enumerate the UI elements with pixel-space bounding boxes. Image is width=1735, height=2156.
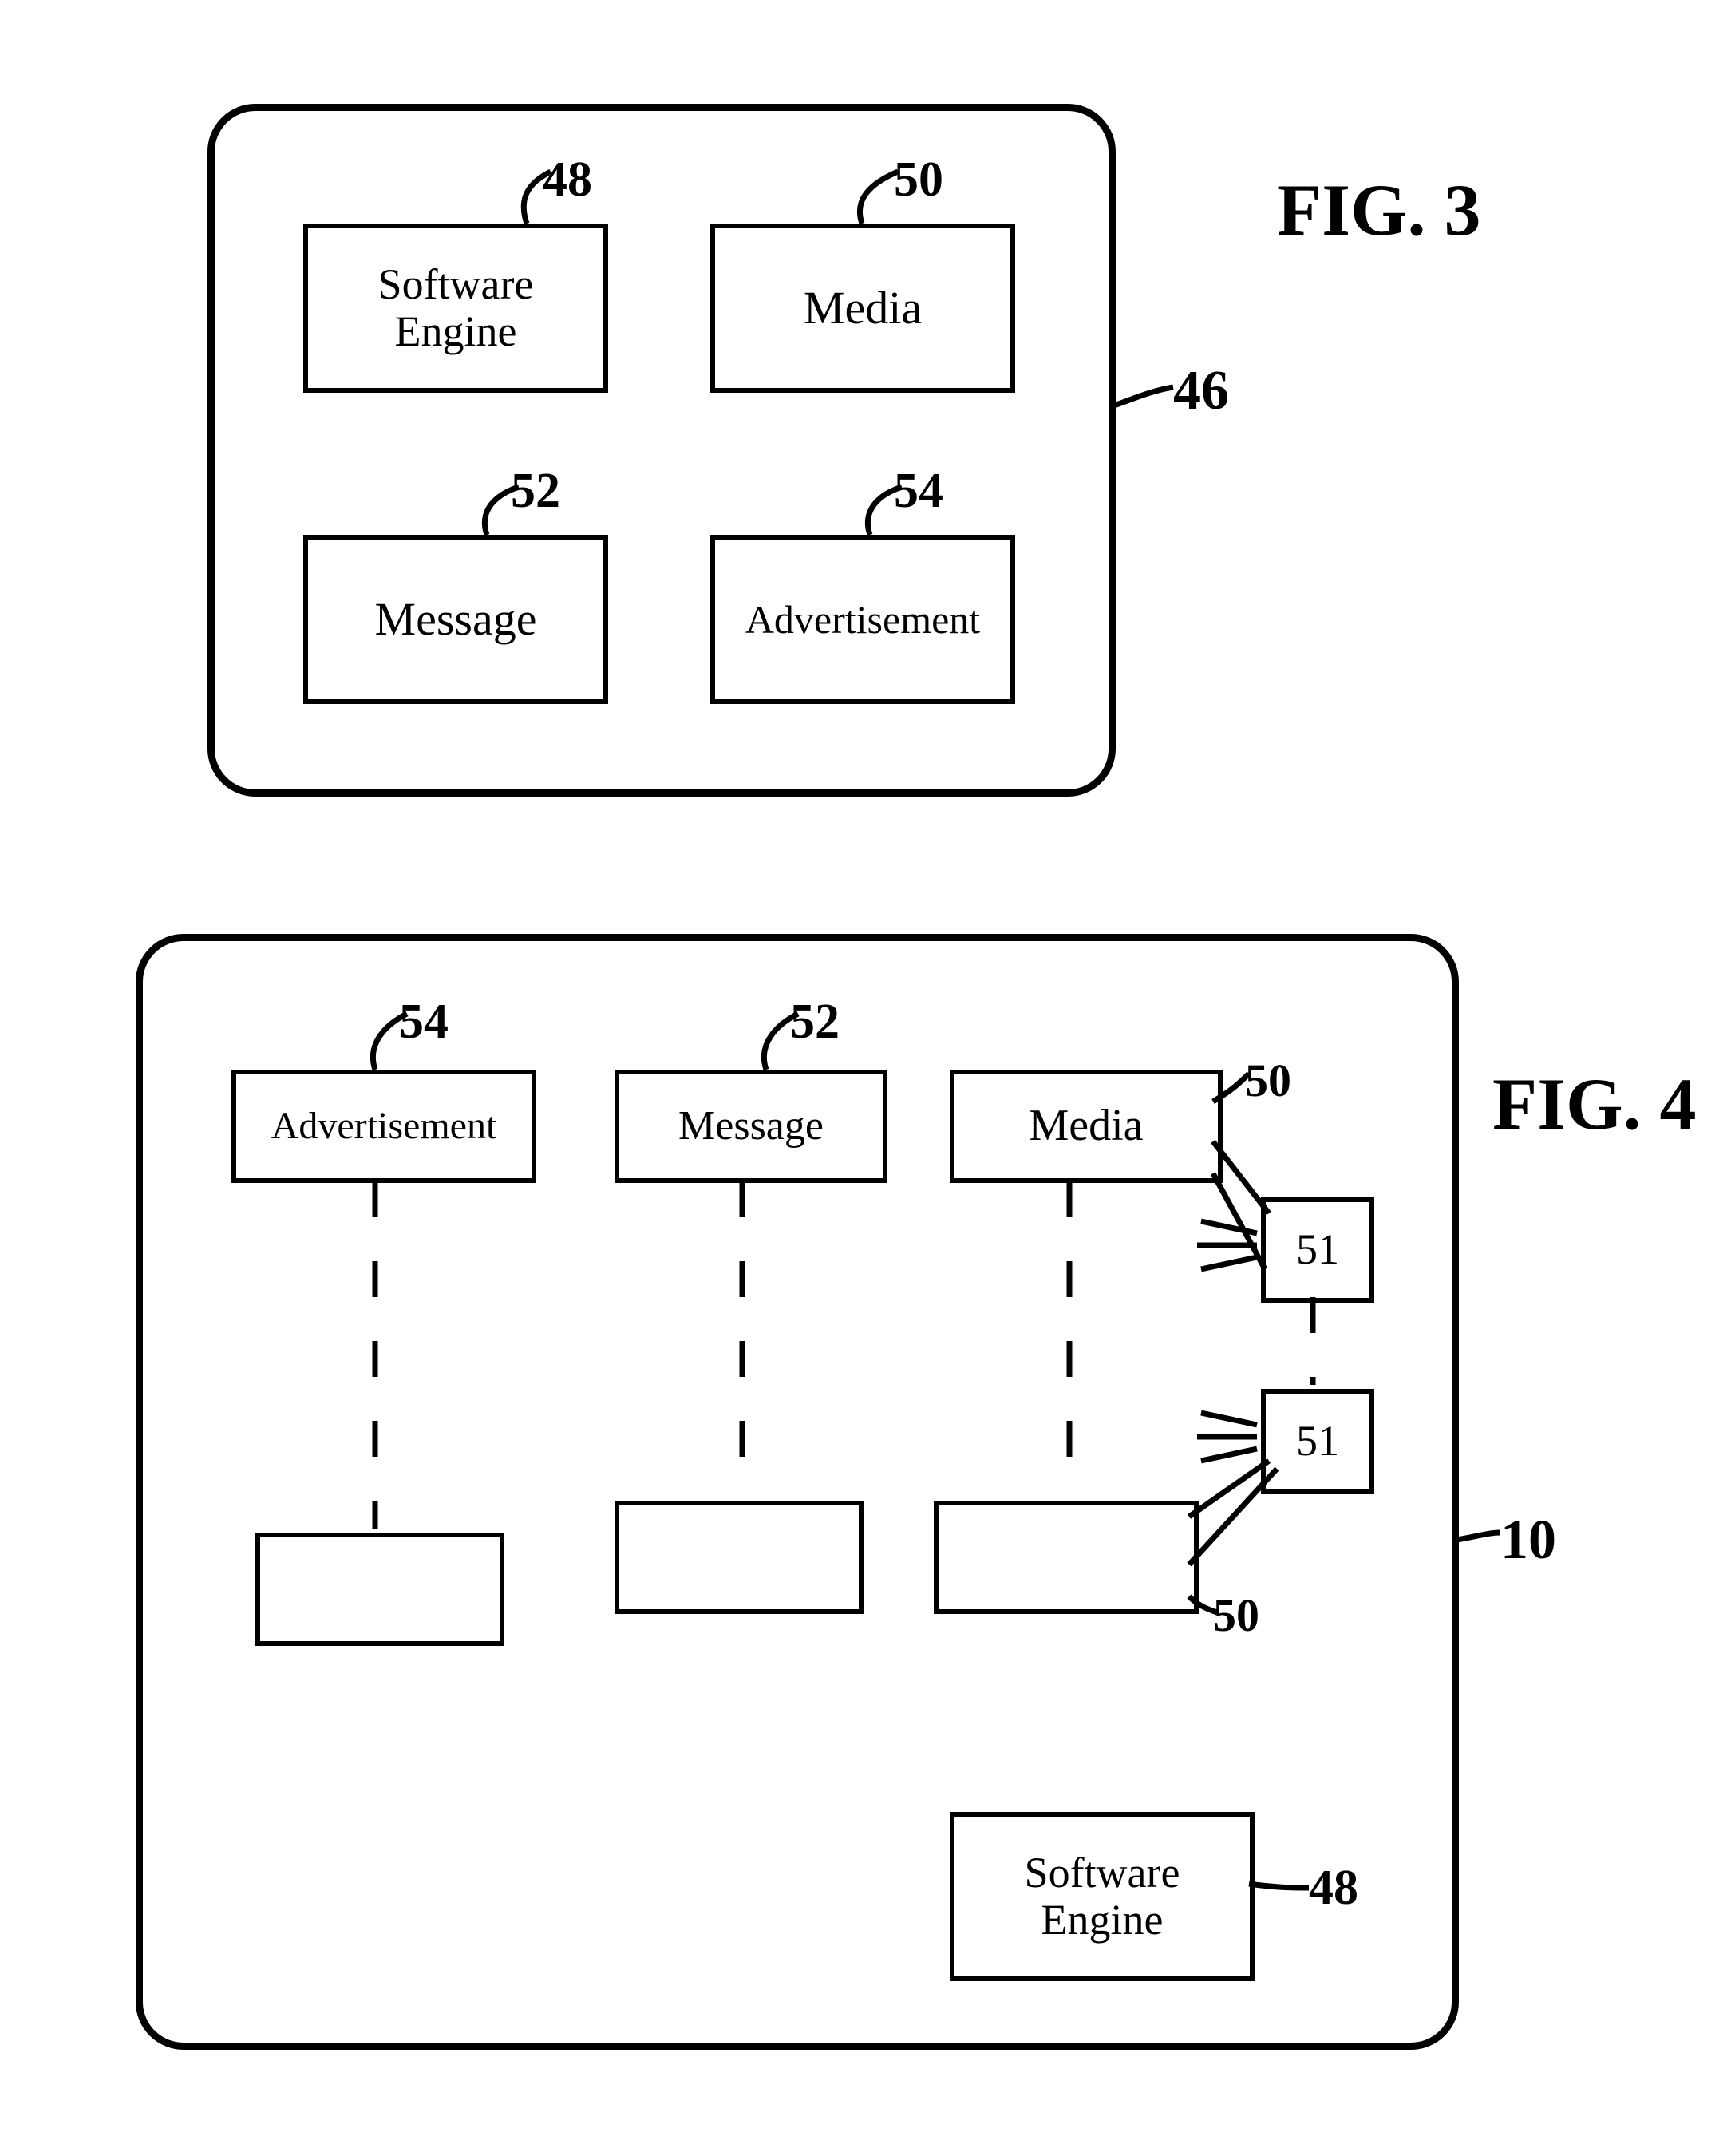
fig3-media-label: Media bbox=[804, 283, 922, 334]
fig3-advertisement-ref: 54 bbox=[894, 463, 943, 520]
fig3-container-ref: 46 bbox=[1173, 359, 1229, 423]
fig4-software-engine-ref: 48 bbox=[1309, 1860, 1358, 1917]
fig4-title: FIG. 4 bbox=[1492, 1062, 1697, 1146]
fig4-message-label: Message bbox=[678, 1103, 824, 1149]
fig4-satellite-b-label: 51 bbox=[1296, 1418, 1339, 1465]
fig4-satellite-b-box: 51 bbox=[1261, 1389, 1374, 1494]
fig3-message-label: Message bbox=[375, 594, 537, 645]
fig4-message-ref: 52 bbox=[790, 994, 840, 1050]
fig3-title: FIG. 3 bbox=[1277, 168, 1481, 252]
fig3-message-box: Message bbox=[303, 535, 608, 704]
fig4-satellite-a-box: 51 bbox=[1261, 1197, 1374, 1303]
fig4-media-top-box: Media bbox=[950, 1070, 1223, 1183]
fig3-software-engine-label: Software Engine bbox=[378, 261, 534, 356]
fig4-bottom-empty-left bbox=[255, 1533, 504, 1646]
fig3-software-engine-ref: 48 bbox=[543, 152, 592, 208]
fig4-message-box: Message bbox=[615, 1070, 887, 1183]
fig3-media-ref: 50 bbox=[894, 152, 943, 208]
fig4-media-bottom-ref: 50 bbox=[1213, 1588, 1259, 1642]
fig4-media-bottom-box bbox=[934, 1501, 1199, 1614]
fig3-advertisement-box: Advertisement bbox=[710, 535, 1015, 704]
fig4-media-top-label: Media bbox=[1029, 1102, 1143, 1151]
fig4-advertisement-ref: 54 bbox=[399, 994, 449, 1050]
fig3-advertisement-label: Advertisement bbox=[745, 598, 980, 642]
fig4-satellite-a-label: 51 bbox=[1296, 1226, 1339, 1273]
fig4-software-engine-label: Software Engine bbox=[1025, 1849, 1180, 1944]
fig4-advertisement-label: Advertisement bbox=[271, 1106, 497, 1148]
fig3-software-engine-box: Software Engine bbox=[303, 224, 608, 393]
fig4-bottom-empty-mid bbox=[615, 1501, 864, 1614]
fig4-media-top-ref: 50 bbox=[1245, 1054, 1291, 1107]
fig4-container-ref: 10 bbox=[1500, 1509, 1556, 1572]
fig3-message-ref: 52 bbox=[511, 463, 560, 520]
fig4-advertisement-box: Advertisement bbox=[231, 1070, 536, 1183]
fig4-software-engine-box: Software Engine bbox=[950, 1812, 1255, 1981]
fig3-media-box: Media bbox=[710, 224, 1015, 393]
